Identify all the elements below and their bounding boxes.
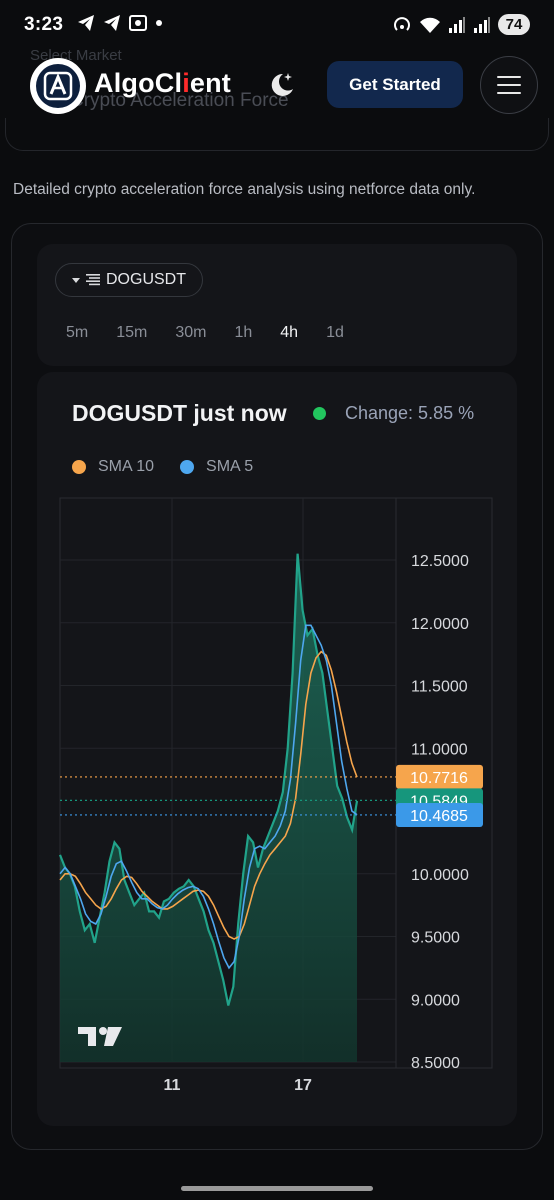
- y-tick-label: 12.0000: [411, 616, 469, 633]
- y-tick-label: 8.5000: [411, 1055, 460, 1072]
- x-tick-label: 17: [294, 1077, 312, 1094]
- tradingview-logo-icon: [99, 1027, 107, 1035]
- x-tick-label: 11: [164, 1077, 181, 1094]
- price-chart[interactable]: 10.771610.584910.468512.500012.000011.50…: [0, 0, 554, 1200]
- price-tag-label: 10.4685: [410, 808, 468, 825]
- price-tag-label: 10.7716: [410, 770, 468, 787]
- y-tick-label: 10.0000: [411, 867, 469, 884]
- y-tick-label: 12.5000: [411, 553, 469, 570]
- y-tick-label: 9.5000: [411, 930, 460, 947]
- y-tick-label: 9.0000: [411, 992, 460, 1009]
- home-indicator[interactable]: [181, 1186, 373, 1191]
- y-tick-label: 11.0000: [411, 741, 468, 758]
- y-tick-label: 11.5000: [411, 679, 468, 696]
